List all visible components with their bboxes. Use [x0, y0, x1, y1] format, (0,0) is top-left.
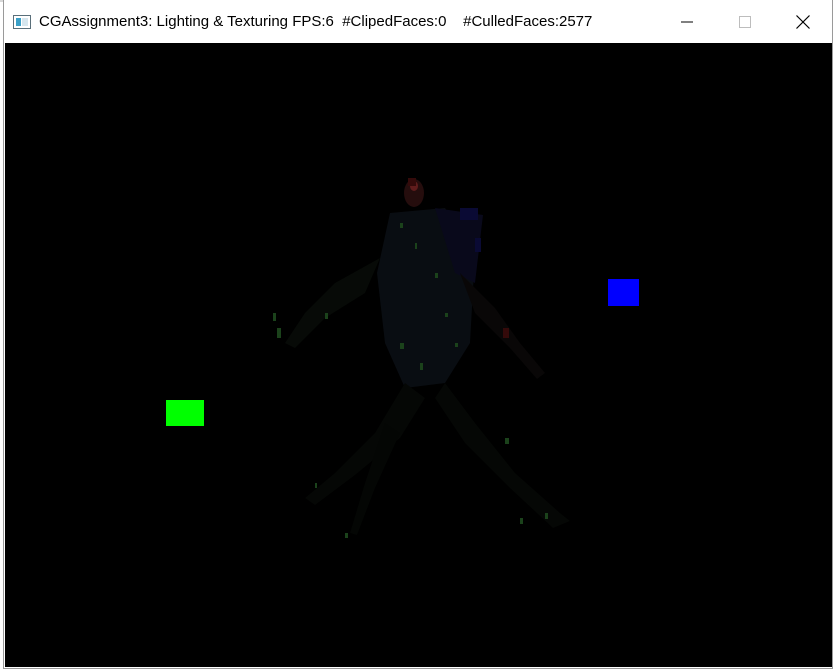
close-icon [796, 14, 810, 29]
creature-model [273, 178, 570, 538]
maximize-icon [739, 15, 751, 28]
green-light-marker [166, 400, 204, 426]
maximize-button[interactable] [716, 0, 774, 43]
render-viewport[interactable] [5, 43, 832, 667]
blue-light-marker [608, 279, 639, 306]
window-frame: CGAssignment3: Lighting & Texturing FPS:… [3, 0, 833, 669]
window-title: CGAssignment3: Lighting & Texturing FPS:… [39, 13, 593, 30]
title-bar[interactable]: CGAssignment3: Lighting & Texturing FPS:… [4, 0, 832, 43]
close-button[interactable] [774, 0, 832, 43]
app-window: CGAssignment3: Lighting & Texturing FPS:… [0, 0, 835, 669]
app-window-icon[interactable] [13, 14, 31, 29]
minimize-button[interactable] [658, 0, 716, 43]
window-controls [658, 0, 832, 43]
minimize-icon [681, 21, 693, 22]
